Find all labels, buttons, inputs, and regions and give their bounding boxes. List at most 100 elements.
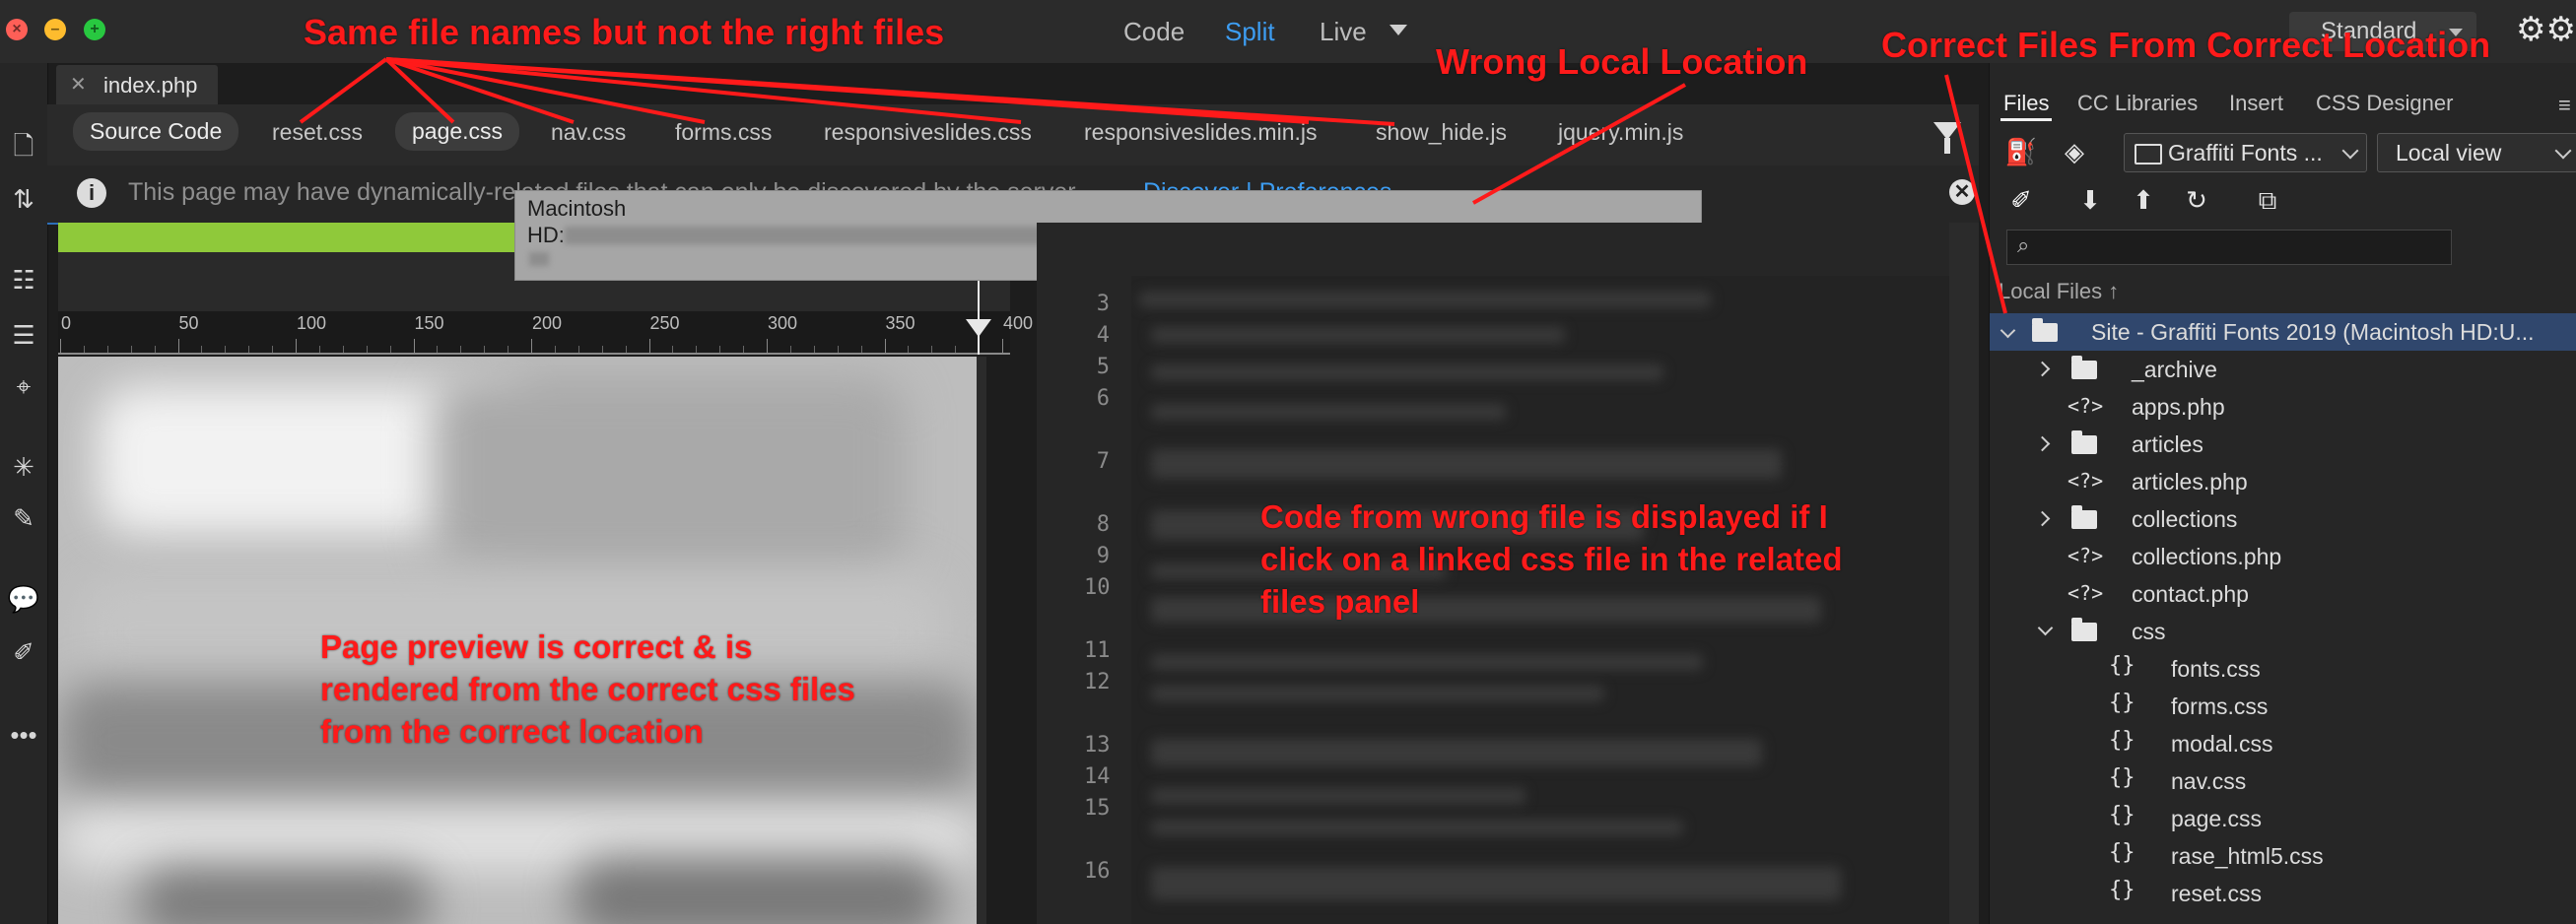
split-view-button[interactable]: Split: [1225, 17, 1275, 47]
inspect-icon[interactable]: ⌖: [6, 368, 41, 404]
wrap-tag-icon[interactable]: ✎: [6, 500, 41, 536]
tree-item-file[interactable]: apps.php: [2132, 394, 2225, 421]
related-file-forms-css[interactable]: forms.css: [675, 119, 772, 146]
tree-item-file[interactable]: rase_html5.css: [2171, 843, 2324, 870]
ruler-handle-icon[interactable]: [966, 319, 991, 337]
related-file-responsiveslides-min-js[interactable]: responsiveslides.min.js: [1084, 119, 1317, 146]
related-file-source-code[interactable]: Source Code: [73, 112, 239, 151]
git-icon[interactable]: ◈: [2058, 135, 2091, 168]
tab-files[interactable]: Files: [2003, 91, 2049, 116]
php-file-icon: <?>: [2068, 544, 2104, 567]
more-options-icon[interactable]: •••: [6, 717, 41, 753]
related-file-page-css[interactable]: page.css: [395, 112, 520, 151]
site-dropdown[interactable]: Graffiti Fonts ...: [2124, 133, 2367, 172]
ruler-label: 150: [414, 313, 444, 333]
tree-item-file[interactable]: nav.css: [2171, 768, 2246, 795]
ruler-tick: [554, 346, 556, 353]
expand-collapse-icon[interactable]: ✳: [6, 449, 41, 485]
css-file-icon: {}: [2109, 878, 2135, 902]
line-number: 11: [1084, 638, 1111, 663]
put-files-icon[interactable]: ⬆: [2127, 183, 2160, 217]
ruler-tick: [318, 346, 320, 353]
format-comment-icon[interactable]: ✐: [6, 634, 41, 670]
window-minimize-button[interactable]: –: [44, 19, 66, 40]
ruler-tick: [767, 339, 768, 353]
folder-icon: [2032, 318, 2058, 342]
tab-insert[interactable]: Insert: [2229, 91, 2283, 116]
view-dropdown[interactable]: Local view: [2377, 133, 2576, 172]
live-view-options-icon[interactable]: ☷: [6, 262, 41, 297]
tree-item-file[interactable]: forms.css: [2171, 693, 2268, 720]
ruler-tick: [577, 346, 579, 353]
file-transfer-icon[interactable]: ⇅: [6, 181, 41, 217]
tree-item-file[interactable]: modal.css: [2171, 731, 2273, 758]
progress-bar: [58, 223, 516, 252]
window-maximize-button[interactable]: +: [84, 19, 105, 40]
ruler-label: 400: [1003, 313, 1034, 333]
document-tab[interactable]: ✕ index.php: [56, 65, 218, 104]
file-search-input[interactable]: ⌕: [2006, 230, 2452, 265]
refresh-icon[interactable]: ↻: [2180, 183, 2213, 217]
sync-settings-icon[interactable]: ✐: [2004, 183, 2038, 217]
tree-item-folder[interactable]: articles: [2132, 431, 2203, 458]
get-files-icon[interactable]: ⬇: [2073, 183, 2107, 217]
tree-item-file[interactable]: page.css: [2171, 806, 2262, 832]
connect-server-icon[interactable]: ⛽: [2004, 135, 2038, 168]
live-view-menu-icon[interactable]: [1390, 25, 1407, 35]
related-file-nav-css[interactable]: nav.css: [551, 119, 626, 146]
gear-icon[interactable]: ⚙⚙: [2516, 10, 2576, 49]
comment-icon[interactable]: 💬: [6, 581, 41, 617]
ruler-tick: [719, 346, 721, 353]
ruler-label: 0: [61, 313, 72, 333]
ruler-tick: [225, 346, 227, 353]
close-icon[interactable]: ✕: [70, 72, 87, 97]
window-close-button[interactable]: ×: [6, 19, 28, 40]
tree-item-folder[interactable]: _archive: [2132, 357, 2217, 383]
ruler-tick: [177, 339, 179, 353]
tree-item-site[interactable]: Site - Graffiti Fonts 2019 (Macintosh HD…: [2091, 319, 2535, 346]
info-icon: i: [77, 178, 106, 208]
related-file-jquery-min-js[interactable]: jquery.min.js: [1558, 119, 1683, 146]
annotation-preview-correct: Page preview is correct & is rendered fr…: [320, 628, 855, 750]
chevron-down-icon: [2554, 142, 2572, 160]
site-dropdown-label: Graffiti Fonts ...: [2168, 140, 2323, 165]
live-view-button[interactable]: Live: [1320, 17, 1367, 47]
folder-open-icon: [2071, 618, 2097, 641]
expand-panel-icon[interactable]: ⧉: [2251, 183, 2284, 217]
tooltip-blurred-path-end: [529, 252, 549, 266]
line-number: 3: [1096, 292, 1110, 316]
panel-menu-icon[interactable]: ≡: [2558, 93, 2571, 118]
tree-item-folder[interactable]: css: [2132, 619, 2166, 645]
tree-item-file[interactable]: reset.css: [2171, 881, 2262, 907]
code-scrollbar[interactable]: [1949, 223, 1979, 924]
line-number: 8: [1096, 512, 1110, 537]
ruler-tick: [813, 346, 815, 353]
ruler-tick: [83, 346, 85, 353]
related-file-show-hide-js[interactable]: show_hide.js: [1376, 119, 1507, 146]
tree-item-file[interactable]: fonts.css: [2171, 656, 2261, 683]
tree-item-file[interactable]: contact.php: [2132, 581, 2249, 608]
ruler-tick: [460, 346, 462, 353]
tree-item-file[interactable]: collections.php: [2132, 544, 2281, 570]
related-files-bar: Source Code reset.css page.css nav.css f…: [47, 104, 1979, 165]
tab-cc-libraries[interactable]: CC Libraries: [2077, 91, 2198, 116]
new-file-icon[interactable]: 🗋: [6, 128, 41, 164]
active-tab-indicator: [2000, 118, 2052, 121]
php-file-icon: <?>: [2068, 394, 2104, 418]
view-dropdown-label: Local view: [2396, 140, 2502, 165]
ruler-tick: [106, 346, 108, 353]
ruler-tick: [484, 346, 486, 353]
related-file-reset-css[interactable]: reset.css: [272, 119, 363, 146]
code-view-button[interactable]: Code: [1123, 17, 1185, 47]
tab-css-designer[interactable]: CSS Designer: [2316, 91, 2453, 116]
close-icon[interactable]: ✕: [1949, 179, 1975, 205]
local-files-header[interactable]: Local Files ↑: [1999, 279, 2119, 304]
tree-item-file[interactable]: articles.php: [2132, 469, 2248, 495]
filter-icon[interactable]: [1933, 122, 1961, 154]
preview-scrollbar[interactable]: [977, 357, 986, 924]
document-tab-label: index.php: [103, 73, 198, 98]
ruler-tick: [672, 346, 674, 353]
tree-item-folder[interactable]: collections: [2132, 506, 2237, 533]
related-file-responsiveslides-css[interactable]: responsiveslides.css: [824, 119, 1032, 146]
format-source-icon[interactable]: ☰: [6, 317, 41, 353]
